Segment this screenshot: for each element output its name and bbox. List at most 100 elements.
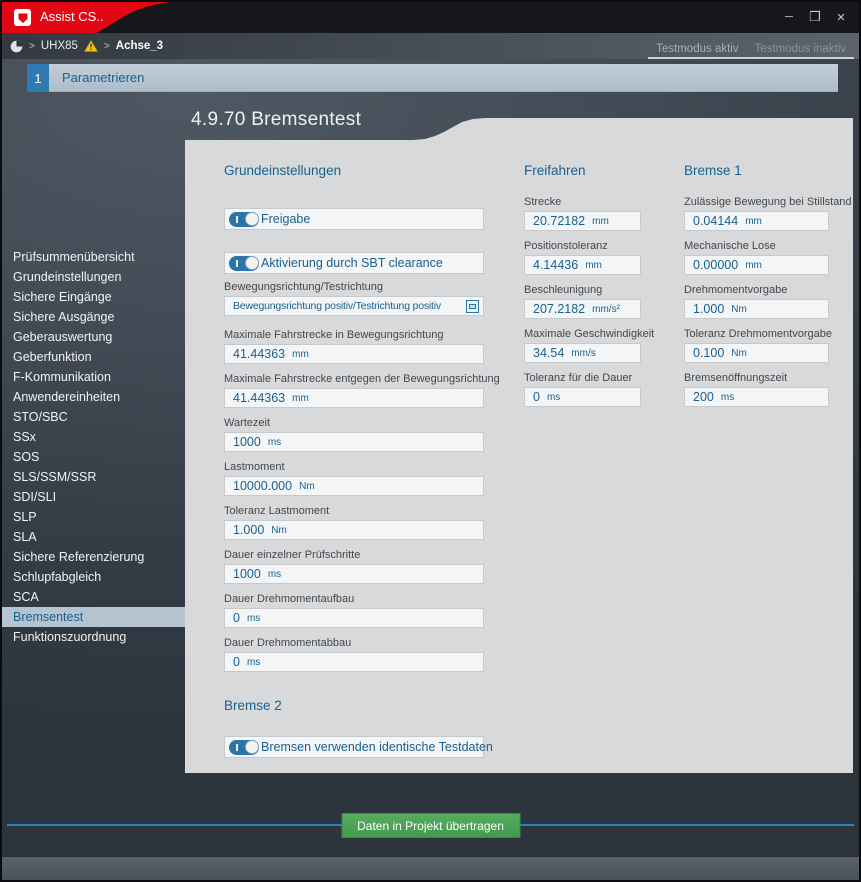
field-input[interactable]: 4.14436 mm [524, 255, 641, 275]
sidebar-item-geberauswertung[interactable]: Geberauswertung [2, 327, 185, 347]
maximize-button[interactable]: ❐ [805, 7, 825, 27]
breadcrumb-device[interactable]: UHX85 [41, 40, 78, 52]
field-input[interactable]: 1.000Nm [224, 520, 484, 540]
sidebar-item-sdi-sli[interactable]: SDI/SLI [2, 487, 185, 507]
field-unit: mm [592, 216, 609, 227]
field-value: 4.14436 [533, 258, 578, 272]
column-bremse1: Bremse 1 Zulässige Bewegung bei Stillsta… [684, 163, 829, 407]
field-input[interactable]: 41.44363mm [224, 388, 484, 408]
testmode-active-button[interactable]: Testmodus aktiv [648, 40, 746, 57]
field-value: 207.2182 [533, 302, 585, 316]
field-label: Toleranz Drehmomentvorgabe [684, 328, 829, 341]
field-unit: ms [268, 569, 281, 580]
field-value: 41.44363 [233, 391, 285, 405]
field-value: 20.72182 [533, 214, 585, 228]
field-value: 0.04144 [693, 214, 738, 228]
field-value: 1000 [233, 435, 261, 449]
transfer-data-button[interactable]: Daten in Projekt übertragen [341, 813, 520, 838]
field-input[interactable]: 1000ms [224, 432, 484, 452]
sidebar-item-sca[interactable]: SCA [2, 587, 185, 607]
sidebar-item-f-kommunikation[interactable]: F-Kommunikation [2, 367, 185, 387]
sidebar-item-grundeinstellungen[interactable]: Grundeinstellungen [2, 267, 185, 287]
toggle-label: Bremsen verwenden identische Testdaten [261, 740, 493, 754]
sidebar-item-pr-fsummen-bersicht[interactable]: Prüfsummenübersicht [2, 247, 185, 267]
titlebar: Assist CS.. ─ ❐ ✕ [2, 2, 859, 33]
field-label: Drehmomentvorgabe [684, 284, 829, 297]
field-input[interactable]: 200ms [684, 387, 829, 407]
breadcrumb: > UHX85 > Achse_3 [10, 33, 163, 59]
field-label: Positionstoleranz [524, 240, 641, 253]
section-header: Freifahren [524, 163, 641, 181]
section-header: Bremse 2 [224, 698, 484, 716]
sidebar-item-anwendereinheiten[interactable]: Anwendereinheiten [2, 387, 185, 407]
field-label: Lastmoment [224, 461, 484, 474]
field-input[interactable]: 34.54mm/s [524, 343, 641, 363]
field-unit: mm/s [571, 348, 595, 359]
toggle-bremsen-verwenden-identische-testdaten[interactable]: Bremsen verwenden identische Testdaten [224, 736, 484, 758]
sidebar-item-bremsentest[interactable]: Bremsentest [2, 607, 185, 627]
toggle-label: Freigabe [261, 212, 310, 226]
field-input[interactable]: 0ms [524, 387, 641, 407]
field-group: Lastmoment 10000.000Nm [224, 461, 484, 496]
minimize-button[interactable]: ─ [779, 7, 799, 27]
project-globe-icon[interactable] [10, 40, 23, 53]
sidebar-item-sto-sbc[interactable]: STO/SBC [2, 407, 185, 427]
sidebar-item-sichere-eing-nge[interactable]: Sichere Eingänge [2, 287, 185, 307]
field-group: Drehmomentvorgabe 1.000 Nm [684, 284, 829, 319]
toggle-freigabe[interactable]: Freigabe [224, 208, 484, 230]
close-button[interactable]: ✕ [831, 7, 851, 27]
sidebar-item-sls-ssm-ssr[interactable]: SLS/SSM/SSR [2, 467, 185, 487]
field-input[interactable]: 41.44363mm [224, 344, 484, 364]
sidebar-item-slp[interactable]: SLP [2, 507, 185, 527]
field-input[interactable]: 0ms [224, 652, 484, 672]
toggle-switch-icon [229, 740, 259, 755]
field-value: 200 [693, 390, 714, 404]
field-value: 0 [233, 611, 240, 625]
toggle-aktivierung-durch-sbt-clearance[interactable]: Aktivierung durch SBT clearance [224, 252, 484, 274]
content-panel: Grundeinstellungen FreigabeAktivierung d… [185, 118, 853, 773]
step-banner-label[interactable]: Parametrieren [49, 64, 838, 92]
field-input[interactable]: 0.100Nm [684, 343, 829, 363]
field-input[interactable]: 207.2182mm/s² [524, 299, 641, 319]
field-group: Zulässige Bewegung bei Stillstand0.04144… [684, 196, 829, 231]
breadcrumb-axis[interactable]: Achse_3 [116, 40, 163, 52]
toggle-switch-icon [229, 212, 259, 227]
field-value: 0 [233, 655, 240, 669]
field-group: Maximale Geschwindigkeit34.54mm/s [524, 328, 641, 363]
field-group: Dauer Drehmomentaufbau0ms [224, 593, 484, 628]
step-number-badge: 1 [27, 64, 49, 92]
sidebar-item-sichere-referenzierung[interactable]: Sichere Referenzierung [2, 547, 185, 567]
field-unit: ms [547, 392, 560, 403]
direction-dropdown[interactable]: Bewegungsrichtung positiv/Testrichtung p… [224, 296, 484, 316]
field-group: Dauer einzelner Prüfschritte1000ms [224, 549, 484, 584]
field-label: Toleranz für die Dauer [524, 372, 641, 385]
field-input[interactable]: 0.04144mm [684, 211, 829, 231]
toggle-label: Aktivierung durch SBT clearance [261, 256, 443, 270]
field-input[interactable]: 1.000 Nm [684, 299, 829, 319]
field-label: Bremsenöffnungszeit [684, 372, 829, 385]
dropdown-value: Bewegungsrichtung positiv/Testrichtung p… [233, 300, 441, 312]
field-input[interactable]: 20.72182 mm [524, 211, 641, 231]
sidebar-item-ssx[interactable]: SSx [2, 427, 185, 447]
field-group: Maximale Fahrstrecke in Bewegungsrichtun… [224, 329, 484, 364]
sidebar-item-geberfunktion[interactable]: Geberfunktion [2, 347, 185, 367]
sidebar-item-sos[interactable]: SOS [2, 447, 185, 467]
field-input[interactable]: 0.00000mm [684, 255, 829, 275]
testmode-inactive-button[interactable]: Testmodus inaktiv [747, 40, 854, 57]
column-grundeinstellungen: Grundeinstellungen FreigabeAktivierung d… [224, 163, 484, 758]
field-input[interactable]: 1000ms [224, 564, 484, 584]
sidebar-item-funktionszuordnung[interactable]: Funktionszuordnung [2, 627, 185, 647]
field-label: Wartezeit [224, 417, 484, 430]
app-window: Assist CS.. ─ ❐ ✕ > UHX85 > Achse_3 Test… [0, 0, 861, 882]
field-label: Toleranz Lastmoment [224, 505, 484, 518]
field-input[interactable]: 0ms [224, 608, 484, 628]
sidebar-item-sichere-ausg-nge[interactable]: Sichere Ausgänge [2, 307, 185, 327]
field-unit: mm [585, 260, 602, 271]
sidebar-item-schlupfabgleich[interactable]: Schlupfabgleich [2, 567, 185, 587]
field-value: 1.000 [693, 302, 724, 316]
field-group: Maximale Fahrstrecke entgegen der Bewegu… [224, 373, 484, 408]
field-unit: Nm [731, 304, 747, 315]
window-controls: ─ ❐ ✕ [779, 7, 851, 27]
field-input[interactable]: 10000.000Nm [224, 476, 484, 496]
sidebar-item-sla[interactable]: SLA [2, 527, 185, 547]
